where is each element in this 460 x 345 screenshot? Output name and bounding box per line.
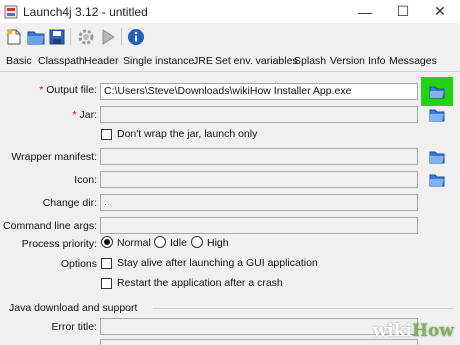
error-title-field[interactable]	[100, 318, 418, 335]
open-folder-icon	[429, 174, 445, 186]
restart-checkbox[interactable]	[101, 278, 112, 289]
priority-high-radio[interactable]	[191, 236, 203, 248]
app-icon	[4, 5, 18, 19]
tab-classpath[interactable]: Classpath	[38, 55, 85, 67]
tab-header[interactable]: Header	[84, 55, 118, 67]
icon-browse-button[interactable]	[428, 171, 446, 188]
jar-field[interactable]	[100, 106, 418, 123]
priority-high-label: High	[207, 237, 229, 249]
dont-wrap-checkbox[interactable]	[101, 129, 112, 140]
priority-normal-radio[interactable]	[101, 236, 113, 248]
run-icon[interactable]	[98, 27, 118, 47]
open-folder-icon[interactable]	[26, 27, 46, 47]
icon-label: Icon:	[74, 174, 97, 186]
title-bar: Launch4j 3.12 - untitled — ☐ ✕	[0, 0, 460, 23]
maximize-button[interactable]: ☐	[383, 0, 423, 23]
command-line-args-field[interactable]	[100, 217, 418, 234]
change-dir-field[interactable]: .	[100, 194, 418, 211]
close-button[interactable]: ✕	[420, 0, 460, 23]
priority-idle-label: Idle	[170, 237, 187, 249]
command-line-args-label: Command line args:	[3, 220, 97, 232]
icon-field[interactable]	[100, 171, 418, 188]
tab-messages[interactable]: Messages	[389, 55, 437, 67]
priority-idle-radio[interactable]	[154, 236, 166, 248]
save-icon[interactable]	[47, 27, 67, 47]
process-priority-label: Process priority:	[21, 238, 97, 250]
toolbar	[0, 23, 460, 50]
launch4j-window: Launch4j 3.12 - untitled — ☐ ✕ Basic Cla…	[0, 0, 460, 345]
output-file-label: * Output file:	[39, 84, 97, 96]
tab-set-env-variables[interactable]: Set env. variables	[215, 55, 298, 67]
gear-icon[interactable]	[76, 27, 96, 47]
tab-version-info[interactable]: Version Info	[330, 55, 385, 67]
jar-browse-button[interactable]	[428, 106, 446, 123]
tab-basic[interactable]: Basic	[6, 55, 32, 67]
java-download-section-title: Java download and support	[9, 302, 138, 314]
priority-normal-label: Normal	[117, 237, 151, 249]
required-marker: *	[39, 84, 44, 96]
change-dir-label: Change dir:	[42, 197, 97, 209]
stay-alive-label: Stay alive after launching a GUI applica…	[117, 257, 318, 269]
minimize-button[interactable]: —	[345, 0, 385, 23]
open-folder-icon	[429, 109, 445, 121]
wrapper-manifest-field[interactable]	[100, 148, 418, 165]
output-file-browse-button[interactable]	[421, 77, 453, 106]
open-folder-icon	[429, 151, 445, 163]
tab-single-instance[interactable]: Single instance	[123, 55, 194, 67]
restart-label: Restart the application after a crash	[117, 277, 283, 289]
toolbar-separator	[121, 28, 122, 45]
output-file-field[interactable]: C:\Users\Steve\Downloads\wikiHow Install…	[100, 83, 418, 100]
tab-bar: Basic Classpath Header Single instance J…	[0, 52, 460, 72]
wrapper-manifest-browse-button[interactable]	[428, 148, 446, 165]
basic-panel: * Output file: C:\Users\Steve\Downloads\…	[3, 75, 459, 345]
section-divider	[153, 308, 453, 309]
options-label: Options	[60, 258, 97, 270]
info-icon[interactable]	[126, 27, 146, 47]
next-field[interactable]	[100, 339, 418, 345]
window-title: Launch4j 3.12 - untitled	[23, 5, 148, 19]
error-title-label: Error title:	[51, 321, 97, 333]
toolbar-separator	[70, 28, 71, 45]
tab-jre[interactable]: JRE	[193, 55, 213, 67]
dont-wrap-label: Don't wrap the jar, launch only	[117, 128, 258, 140]
open-folder-icon	[429, 86, 445, 98]
jar-label: * Jar:	[72, 109, 97, 121]
new-file-icon[interactable]	[4, 27, 24, 47]
wrapper-manifest-label: Wrapper manifest:	[11, 151, 97, 163]
wikihow-watermark: wikiHow	[372, 321, 454, 341]
stay-alive-checkbox[interactable]	[101, 258, 112, 269]
tab-splash[interactable]: Splash	[294, 55, 326, 67]
